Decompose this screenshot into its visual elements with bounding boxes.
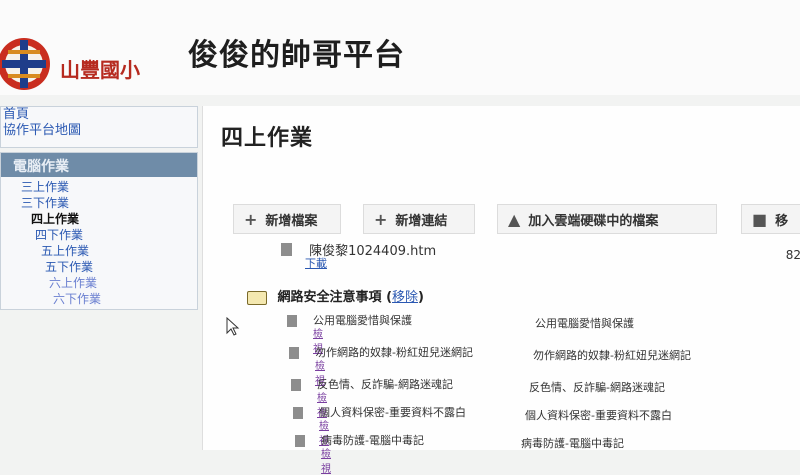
sidebar-link-home[interactable]: 首頁 (1, 107, 197, 123)
folder-icon: ■ (752, 209, 768, 229)
sidebar-nav: 電腦作業 三上作業 三下作業 四上作業 四下作業 五上作業 五下作業 六上作業 … (0, 152, 198, 310)
page-title: 四上作業 (221, 126, 314, 151)
sidebar-item-6a[interactable]: 六上作業 (49, 275, 197, 291)
add-file-button[interactable]: + 新增檔案 (233, 204, 341, 234)
site-header: 山豐國小 俊俊的帥哥平台 (0, 0, 800, 95)
download-link[interactable]: 下載 (305, 255, 327, 271)
open-folder-icon (247, 290, 267, 305)
file-icon (295, 435, 305, 447)
link-name: 病毒防護-電腦中毒記 (321, 434, 424, 447)
school-logo-text[interactable]: 山豐國小 (60, 54, 140, 83)
remove-link[interactable]: 移除 (392, 290, 418, 305)
site-title[interactable]: 俊俊的帥哥平台 (188, 30, 405, 74)
sidebar-top-links: 首頁 協作平台地圖 (0, 106, 198, 148)
sidebar-item-4b[interactable]: 四下作業 (35, 227, 197, 243)
link-description: 反色情、反詐騙-網路迷魂記 (529, 381, 665, 394)
attachment-name[interactable]: 陳俊黎1024409.htm (309, 244, 436, 259)
sidebar-item-3b[interactable]: 三下作業 (21, 195, 197, 211)
link-description: 個人資料保密-重要資料不露白 (525, 409, 672, 422)
sidebar-section-title[interactable]: 電腦作業 (1, 153, 197, 177)
link-description: 勿作網路的奴隸-粉紅妞兒迷網記 (533, 349, 691, 362)
sidebar-item-5a[interactable]: 五上作業 (41, 243, 197, 259)
add-link-button[interactable]: + 新增連結 (363, 204, 475, 234)
attachment-item: 陳俊黎1024409.htm 下載 (281, 239, 436, 270)
add-drive-label: 加入雲端硬碟中的檔案 (528, 213, 659, 229)
attachment-size: 82 (785, 248, 800, 262)
add-file-label: 新增檔案 (265, 213, 318, 229)
link-name: 公用電腦愛惜與保護 (313, 314, 412, 327)
file-icon (287, 315, 297, 327)
file-icon (293, 407, 303, 419)
sidebar-item-5b[interactable]: 五下作業 (45, 259, 197, 275)
folder-name: 網路安全注意事項 (277, 290, 382, 305)
school-emblem-icon (0, 38, 50, 90)
school-name: 山豐國小 (60, 58, 140, 82)
add-link-label: 新增連結 (395, 213, 448, 229)
sidebar-item-3a[interactable]: 三上作業 (21, 179, 197, 195)
link-name: 勿作網路的奴隸-粉紅妞兒迷網記 (315, 346, 473, 359)
add-drive-file-button[interactable]: ▲ 加入雲端硬碟中的檔案 (497, 204, 717, 234)
sidebar-link-sitemap[interactable]: 協作平台地圖 (1, 123, 197, 139)
mouse-cursor-icon (226, 317, 240, 336)
google-drive-icon: ▲ (508, 209, 521, 229)
file-icon (281, 243, 292, 256)
move-label: 移 (775, 213, 789, 229)
link-description: 病毒防護-電腦中毒記 (521, 437, 624, 450)
main-content: 四上作業 + 新增檔案 + 新增連結 ▲ 加入雲端硬碟中的檔案 ■ 移 陳俊黎1… (202, 106, 800, 475)
move-button[interactable]: ■ 移 (741, 204, 800, 234)
plus-icon: + (374, 209, 388, 229)
sidebar-item-6b[interactable]: 六下作業 (53, 291, 197, 307)
file-icon (291, 379, 301, 391)
sidebar-item-4a[interactable]: 四上作業 (31, 211, 197, 227)
plus-icon: + (244, 209, 258, 229)
link-name: 反色情、反詐騙-網路迷魂記 (317, 378, 453, 391)
folder-header[interactable]: 網路安全注意事項 (移除) (247, 286, 424, 305)
file-icon (289, 347, 299, 359)
link-description: 公用電腦愛惜與保護 (535, 317, 634, 330)
link-name: 個人資料保密-重要資料不露白 (319, 406, 466, 419)
